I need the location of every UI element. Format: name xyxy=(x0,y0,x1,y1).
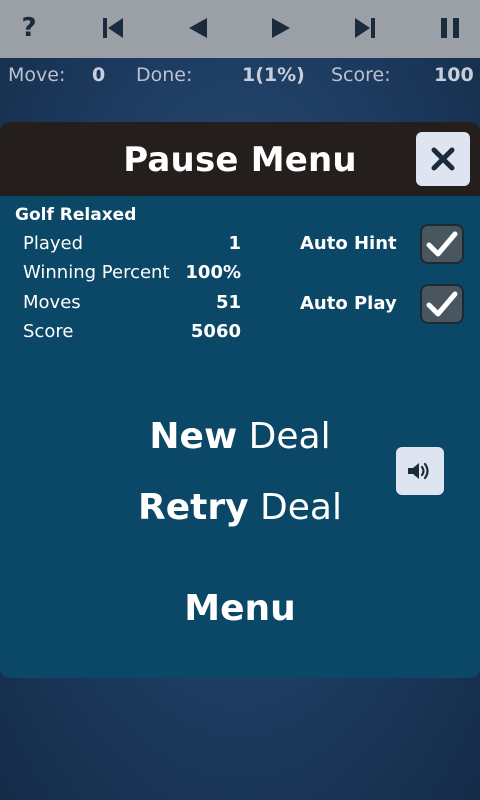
stat-value: 51 xyxy=(215,292,241,313)
game-name: Golf Relaxed xyxy=(15,205,137,225)
stat-value: 1 xyxy=(228,233,241,254)
pause-button[interactable] xyxy=(428,8,472,48)
stat-label: Winning Percent xyxy=(23,262,170,283)
checkmark-icon xyxy=(426,291,458,317)
done-value: 1(1%) xyxy=(242,64,305,86)
pause-menu-panel: Pause Menu Golf Relaxed Played 1 Winning… xyxy=(0,122,480,678)
stat-row-score: Score 5060 xyxy=(23,321,241,347)
sound-button[interactable] xyxy=(396,447,444,495)
stat-label: Score xyxy=(23,321,74,342)
menu-button[interactable]: Menu xyxy=(0,588,480,629)
status-bar: Move: 0 Done: 1(1%) Score: 100 xyxy=(0,58,480,96)
help-button[interactable]: ? xyxy=(7,8,51,48)
skip-to-end-icon xyxy=(355,18,375,38)
move-label: Move: xyxy=(8,64,66,86)
close-button[interactable] xyxy=(416,132,470,186)
stat-label: Moves xyxy=(23,292,81,313)
checkmark-icon xyxy=(426,231,458,257)
stat-value: 5060 xyxy=(190,321,241,342)
retry-deal-bold: Retry xyxy=(138,487,249,528)
step-back-button[interactable] xyxy=(176,8,220,48)
auto-play-checkbox[interactable] xyxy=(420,284,464,324)
skip-to-start-button[interactable] xyxy=(91,8,135,48)
pause-menu-header: Pause Menu xyxy=(0,122,480,196)
pause-menu-title: Pause Menu xyxy=(123,140,357,180)
new-deal-bold: New xyxy=(149,416,238,457)
stat-label: Played xyxy=(23,233,84,254)
score-value: 100 xyxy=(434,64,474,86)
new-deal-rest: Deal xyxy=(237,416,331,457)
stat-row-moves: Moves 51 xyxy=(23,292,241,318)
stat-row-winning-percent: Winning Percent 100% xyxy=(23,262,241,288)
skip-to-end-button[interactable] xyxy=(343,8,387,48)
step-forward-icon xyxy=(272,18,290,38)
done-label: Done: xyxy=(136,64,193,86)
move-value: 0 xyxy=(92,64,106,86)
speaker-icon xyxy=(408,462,429,480)
auto-hint-label: Auto Hint xyxy=(300,233,397,254)
score-label: Score: xyxy=(331,64,391,86)
skip-to-start-icon xyxy=(103,18,123,38)
top-toolbar: ? xyxy=(0,0,480,58)
auto-play-label: Auto Play xyxy=(300,293,397,314)
stat-value: 100% xyxy=(185,262,241,283)
stat-row-played: Played 1 xyxy=(23,233,241,259)
retry-deal-rest: Deal xyxy=(248,487,342,528)
help-icon: ? xyxy=(21,13,37,43)
step-back-icon xyxy=(189,18,207,38)
pause-icon xyxy=(441,18,459,38)
close-icon xyxy=(431,147,455,171)
auto-hint-checkbox[interactable] xyxy=(420,224,464,264)
step-forward-button[interactable] xyxy=(259,8,303,48)
